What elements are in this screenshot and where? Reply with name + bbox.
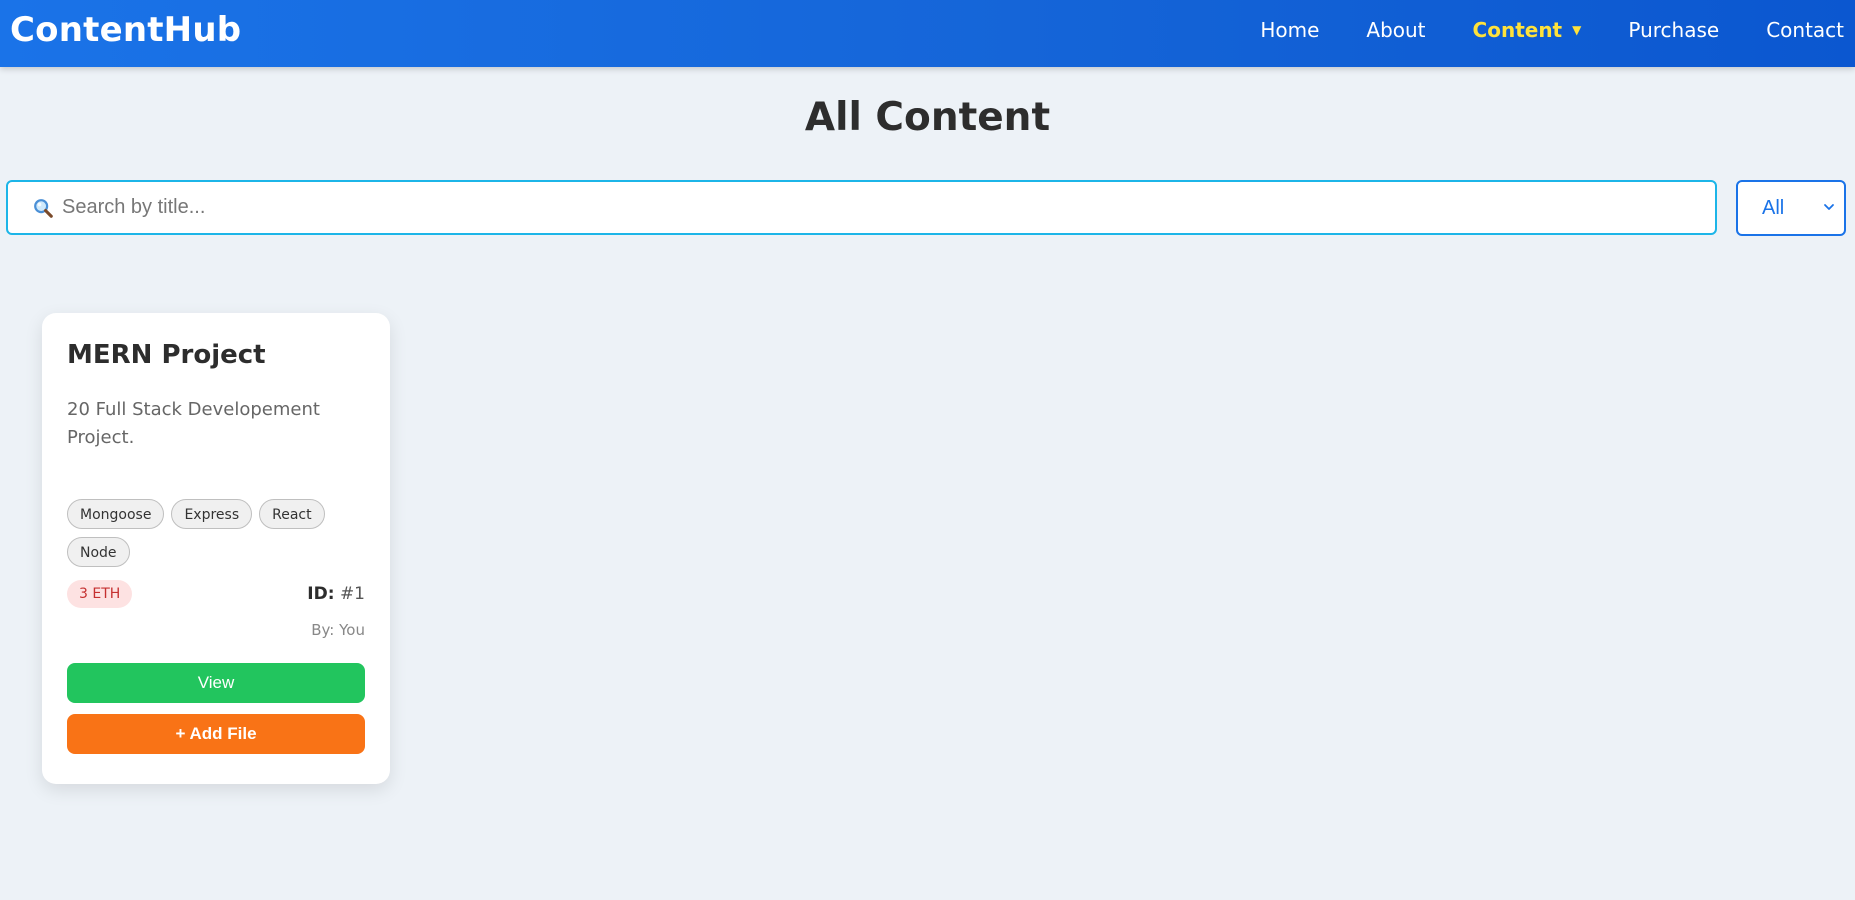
id-label: ID: [307,584,335,604]
tag-list: Mongoose Express React Node [67,499,347,575]
card-description: 20 Full Stack Developement Project. [67,399,320,448]
nav-item-label: Purchase [1628,18,1720,42]
nav-item-about[interactable]: About [1366,18,1425,42]
search-input[interactable] [62,187,1662,228]
card-title: MERN Project [67,340,266,370]
navbar: ContentHub Home About Content ▼ Purchase… [0,0,1855,67]
search-box [6,180,1717,235]
nav-item-label: Home [1260,18,1320,42]
author-label: By: You [311,621,365,639]
nav-links: Home About Content ▼ Purchase Contact [1213,0,1844,60]
nav-item-content[interactable]: Content ▼ [1473,18,1582,42]
nav-item-home[interactable]: Home [1260,18,1319,42]
nav-item-label: Contact [1766,18,1844,42]
nav-item-label: Content [1472,18,1563,42]
price-badge: 3 ETH [67,580,133,608]
content-card: MERN Project 20 Full Stack Developement … [42,313,390,784]
id-value: #1 [339,584,365,604]
search-icon [34,198,53,218]
tag-chip: Mongoose [67,499,165,529]
tag-chip: React [259,499,325,529]
tag-chip: Node [67,537,130,567]
nav-item-contact[interactable]: Contact [1766,18,1844,42]
caret-down-icon: ▼ [1572,23,1582,37]
brand-logo[interactable]: ContentHub [10,8,241,52]
category-filter-select[interactable]: All [1736,180,1846,236]
filter-selected-value: All [1762,196,1785,219]
page-title: All Content [804,95,1051,140]
add-file-button[interactable]: + Add File [67,714,365,754]
view-button[interactable]: View [67,663,365,703]
tag-chip: Express [171,499,253,529]
nav-item-label: About [1366,18,1426,42]
chevron-down-icon [1824,204,1834,210]
nav-item-purchase[interactable]: Purchase [1628,18,1719,42]
content-id: ID: #1 [307,581,365,607]
